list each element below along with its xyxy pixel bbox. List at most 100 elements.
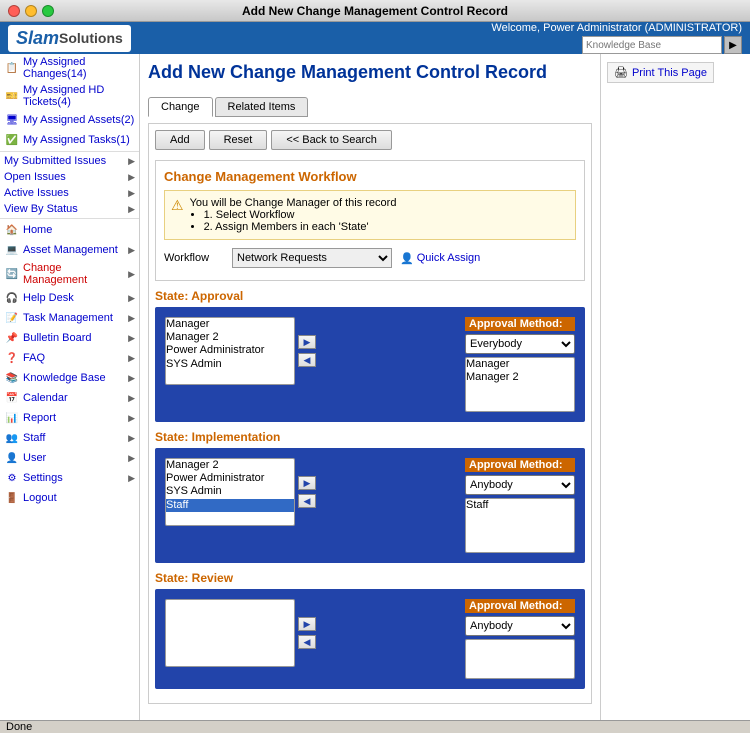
sidebar-view-by-status[interactable]: View By Status ▶ — [0, 201, 139, 217]
kb-search-input[interactable] — [582, 36, 722, 54]
sidebar-open-issues[interactable]: Open Issues ▶ — [0, 169, 139, 185]
quick-assign-link[interactable]: 👤 Quick Assign — [400, 252, 480, 265]
sidebar-item-home[interactable]: 🏠 Home — [0, 220, 139, 240]
tab-change[interactable]: Change — [148, 97, 213, 117]
impl-available-list[interactable]: Manager 2 Power Administrator SYS Admin … — [165, 458, 295, 526]
toolbar: Add Reset << Back to Search — [155, 130, 585, 150]
help-desk-icon: 🎧 — [4, 290, 20, 306]
tab-related-items[interactable]: Related Items — [215, 97, 309, 117]
maximize-button[interactable] — [42, 5, 54, 17]
workflow-select[interactable]: Network Requests — [232, 248, 392, 268]
reset-button[interactable]: Reset — [209, 130, 268, 150]
print-this-page-button[interactable]: 🖨 Print This Page — [607, 62, 714, 83]
sidebar-item-user[interactable]: 👤 User ▶ — [0, 448, 139, 468]
review-assigned-list[interactable] — [465, 639, 575, 679]
printer-icon: 🖨 — [614, 66, 628, 79]
warning-icon: ⚠ — [171, 197, 184, 214]
sidebar-submitted-issues[interactable]: My Submitted Issues ▶ — [0, 153, 139, 169]
state-review-title: State: Review — [155, 571, 585, 585]
hd-tickets-icon: 🎫 — [4, 88, 20, 104]
review-arrow-buttons: ▶ ◀ — [298, 617, 316, 649]
state-approval-content: Manager Manager 2 Power Administrator SY… — [155, 307, 585, 422]
state-implementation-section: State: Implementation Manager 2 Power Ad… — [155, 430, 585, 563]
workflow-info-item1: 1. Select Workflow — [204, 209, 397, 221]
workflow-info-line1: You will be Change Manager of this recor… — [190, 197, 397, 209]
tasks-icon: ✅ — [4, 132, 20, 148]
sidebar-item-my-tasks[interactable]: ✅ My Assigned Tasks(1) — [0, 130, 139, 150]
approval-assigned-list[interactable]: Manager Manager 2 — [465, 357, 575, 412]
change-management-icon: 🔄 — [4, 266, 20, 282]
logout-icon: 🚪 — [4, 490, 20, 506]
assets-icon: 🖥 — [4, 112, 20, 128]
state-review-section: State: Review ▶ ◀ — [155, 571, 585, 689]
review-method-select[interactable]: Everybody Anybody Majority — [465, 616, 575, 636]
sidebar-item-my-changes[interactable]: 📋 My Assigned Changes(14) — [0, 54, 139, 82]
approval-method-select[interactable]: Everybody Anybody Majority — [465, 334, 575, 354]
review-method-label: Approval Method: — [465, 599, 575, 613]
logo-solutions: Solutions — [59, 30, 123, 46]
impl-move-right-button[interactable]: ▶ — [298, 476, 316, 490]
approval-move-left-button[interactable]: ◀ — [298, 353, 316, 367]
workflow-title: Change Management Workflow — [164, 169, 576, 184]
sidebar-item-task-management[interactable]: 📝 Task Management ▶ — [0, 308, 139, 328]
workflow-info-item2: 2. Assign Members in each 'State' — [204, 221, 397, 233]
welcome-text: Welcome, Power Administrator (ADMINISTRA… — [491, 22, 742, 34]
state-approval-title: State: Approval — [155, 289, 585, 303]
logo: Slam Solutions — [8, 25, 131, 52]
asset-management-icon: 💻 — [4, 242, 20, 258]
user-icon: 👤 — [4, 450, 20, 466]
sidebar-active-issues[interactable]: Active Issues ▶ — [0, 185, 139, 201]
close-button[interactable] — [8, 5, 20, 17]
back-to-search-button[interactable]: << Back to Search — [271, 130, 392, 150]
minimize-button[interactable] — [25, 5, 37, 17]
review-move-left-button[interactable]: ◀ — [298, 635, 316, 649]
status-bar: Done — [0, 720, 750, 733]
approval-arrow-buttons: ▶ ◀ — [298, 335, 316, 367]
impl-move-left-button[interactable]: ◀ — [298, 494, 316, 508]
review-move-right-button[interactable]: ▶ — [298, 617, 316, 631]
bulletin-board-icon: 📌 — [4, 330, 20, 346]
right-panel: 🖨 Print This Page — [600, 54, 750, 720]
approval-method-area: Approval Method: Everybody Anybody Major… — [465, 317, 575, 412]
sidebar-item-logout[interactable]: 🚪 Logout — [0, 488, 139, 508]
sidebar-item-help-desk[interactable]: 🎧 Help Desk ▶ — [0, 288, 139, 308]
settings-icon: ⚙ — [4, 470, 20, 486]
kb-search-area: ▶ — [582, 36, 742, 54]
impl-method-select[interactable]: Everybody Anybody Majority — [465, 475, 575, 495]
sidebar-item-my-assets[interactable]: 🖥 My Assigned Assets(2) — [0, 110, 139, 130]
sidebar-item-asset-management[interactable]: 💻 Asset Management ▶ — [0, 240, 139, 260]
report-icon: 📊 — [4, 410, 20, 426]
staff-icon: 👥 — [4, 430, 20, 446]
page-title: Add New Change Management Control Record — [148, 62, 547, 83]
tabs: Change Related Items — [148, 97, 592, 117]
quick-assign-icon: 👤 — [400, 252, 414, 265]
sidebar-item-staff[interactable]: 👥 Staff ▶ — [0, 428, 139, 448]
sidebar-item-change-management[interactable]: 🔄 Change Management ▶ — [0, 260, 139, 288]
state-implementation-title: State: Implementation — [155, 430, 585, 444]
approval-method-label: Approval Method: — [465, 317, 575, 331]
add-button[interactable]: Add — [155, 130, 205, 150]
approval-available-list[interactable]: Manager Manager 2 Power Administrator SY… — [165, 317, 295, 385]
review-available-list[interactable] — [165, 599, 295, 667]
sidebar: 📋 My Assigned Changes(14) 🎫 My Assigned … — [0, 54, 140, 720]
sidebar-item-knowledge-base[interactable]: 📚 Knowledge Base ▶ — [0, 368, 139, 388]
approval-move-right-button[interactable]: ▶ — [298, 335, 316, 349]
calendar-icon: 📅 — [4, 390, 20, 406]
home-icon: 🏠 — [4, 222, 20, 238]
workflow-info: ⚠ You will be Change Manager of this rec… — [164, 190, 576, 240]
kb-search-button[interactable]: ▶ — [724, 36, 742, 54]
impl-assigned-list[interactable]: Staff — [465, 498, 575, 553]
sidebar-item-my-hd[interactable]: 🎫 My Assigned HD Tickets(4) — [0, 82, 139, 110]
sidebar-item-calendar[interactable]: 📅 Calendar ▶ — [0, 388, 139, 408]
task-management-icon: 📝 — [4, 310, 20, 326]
sidebar-item-bulletin-board[interactable]: 📌 Bulletin Board ▶ — [0, 328, 139, 348]
sidebar-item-settings[interactable]: ⚙ Settings ▶ — [0, 468, 139, 488]
sidebar-item-report[interactable]: 📊 Report ▶ — [0, 408, 139, 428]
header-right: Welcome, Power Administrator (ADMINISTRA… — [491, 22, 742, 54]
review-available-area: ▶ ◀ — [165, 599, 457, 667]
window-controls — [8, 5, 54, 17]
state-implementation-content: Manager 2 Power Administrator SYS Admin … — [155, 448, 585, 563]
sidebar-item-faq[interactable]: ❓ FAQ ▶ — [0, 348, 139, 368]
main-content: Add New Change Management Control Record… — [140, 54, 600, 720]
faq-icon: ❓ — [4, 350, 20, 366]
